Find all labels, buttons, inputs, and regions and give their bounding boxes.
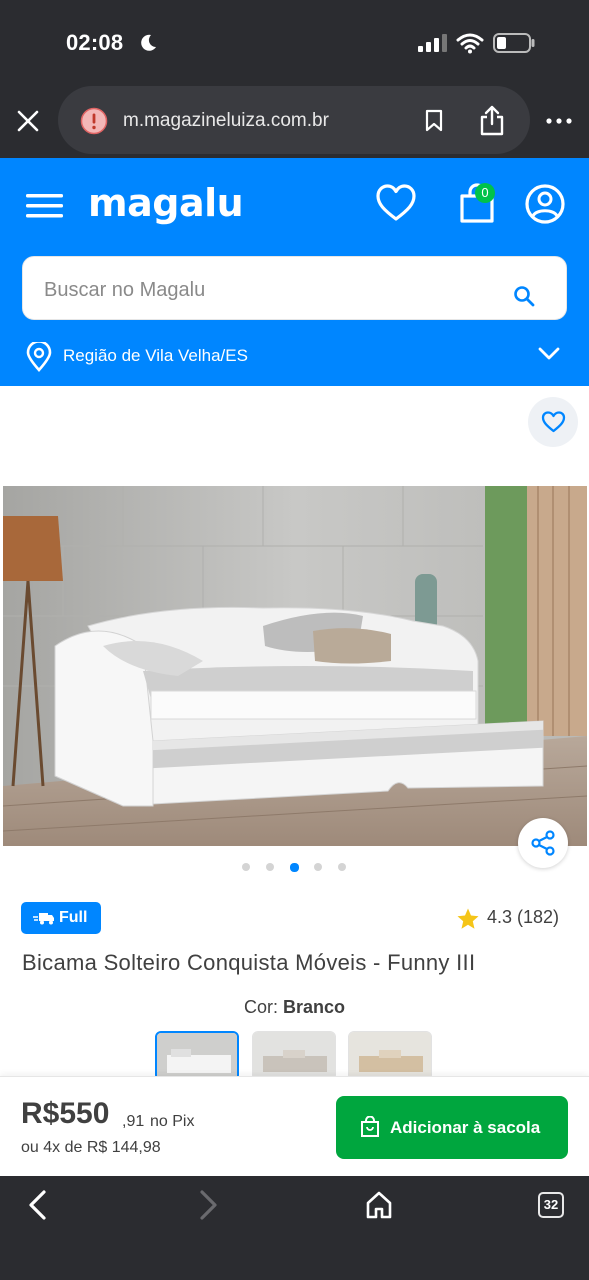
- product-rating[interactable]: 4.3 (182): [487, 907, 559, 928]
- carousel-dot-active[interactable]: [290, 863, 299, 872]
- add-to-bag-button[interactable]: Adicionar à sacola: [336, 1096, 568, 1159]
- forward-arrow-icon[interactable]: [198, 1190, 218, 1220]
- color-selector-label: Cor: Branco: [0, 997, 589, 1018]
- url-text[interactable]: m.magazineluiza.com.br: [123, 110, 329, 132]
- share-nodes-icon: [531, 830, 555, 856]
- search-placeholder[interactable]: Buscar no Magalu: [44, 279, 205, 302]
- swatch-thumbnail: [349, 1032, 431, 1080]
- carousel-dot[interactable]: [242, 863, 250, 871]
- chevron-down-icon[interactable]: [538, 347, 560, 361]
- bicama-illustration: [3, 486, 587, 846]
- star-icon: [457, 908, 479, 929]
- battery-icon: [493, 33, 535, 53]
- location-pin-icon[interactable]: [26, 342, 52, 372]
- add-to-bag-label: Adicionar à sacola: [390, 1118, 541, 1137]
- full-badge-label: Full: [59, 909, 88, 926]
- full-delivery-badge: Full: [21, 902, 101, 934]
- share-icon[interactable]: [478, 105, 506, 137]
- back-arrow-icon[interactable]: [28, 1190, 48, 1220]
- cellular-signal-icon: [418, 34, 447, 52]
- browser-bottom-nav: [0, 1176, 589, 1280]
- home-icon[interactable]: [365, 1190, 393, 1220]
- carousel-dot[interactable]: [314, 863, 322, 871]
- product-title: Bicama Solteiro Conquista Móveis - Funny…: [22, 950, 476, 975]
- not-secure-icon[interactable]: [80, 107, 108, 135]
- heart-icon: [541, 411, 566, 433]
- installments-text: ou 4x de R$ 144,98: [21, 1139, 161, 1156]
- swatch-thumbnail: [157, 1033, 237, 1079]
- magalu-logo[interactable]: magalu: [88, 181, 244, 225]
- color-swatch-selected[interactable]: [155, 1031, 239, 1081]
- product-image[interactable]: [3, 486, 587, 846]
- hamburger-menu-icon[interactable]: [26, 193, 64, 219]
- color-value: Branco: [283, 997, 346, 1017]
- price-cents: ,91: [122, 1113, 145, 1130]
- more-options-icon[interactable]: [546, 118, 572, 124]
- share-product-button[interactable]: [518, 818, 568, 868]
- bookmark-icon[interactable]: [424, 109, 444, 133]
- truck-icon: [33, 913, 54, 925]
- carousel-dot[interactable]: [266, 863, 274, 871]
- search-icon[interactable]: [512, 284, 536, 308]
- swatch-thumbnail: [253, 1032, 335, 1080]
- user-account-icon[interactable]: [524, 183, 566, 225]
- close-icon[interactable]: [16, 109, 40, 133]
- tab-switcher-button[interactable]: 32: [538, 1192, 564, 1218]
- price-value: R$550: [21, 1097, 110, 1130]
- carousel-pagination: [240, 863, 350, 873]
- moon-icon: [141, 34, 156, 51]
- color-swatch[interactable]: [348, 1031, 432, 1081]
- color-swatch[interactable]: [252, 1031, 336, 1081]
- pix-label: no Pix: [150, 1113, 195, 1130]
- cart-count-badge: 0: [475, 183, 495, 203]
- wifi-icon: [456, 33, 484, 54]
- color-label: Cor:: [243, 997, 278, 1017]
- delivery-region-label[interactable]: Região de Vila Velha/ES: [63, 346, 248, 366]
- favorite-button[interactable]: [528, 397, 578, 447]
- status-time: 02:08: [66, 30, 124, 55]
- favorites-heart-icon[interactable]: [375, 183, 417, 223]
- carousel-dot[interactable]: [338, 863, 346, 871]
- shopping-bag-icon: [361, 1116, 379, 1137]
